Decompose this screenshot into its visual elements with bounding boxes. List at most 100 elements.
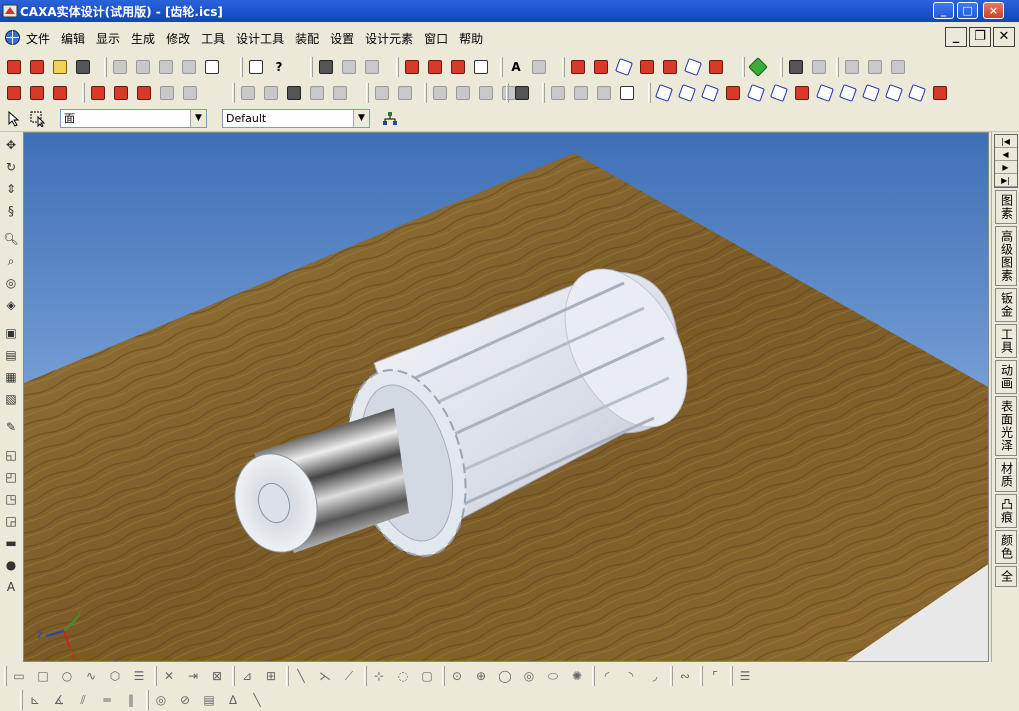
toolbar-grip[interactable] [20, 690, 23, 710]
face-move-icon[interactable] [157, 83, 177, 103]
tab-emboss[interactable]: 凸痕 [994, 494, 1017, 528]
sheet-close-corner-icon[interactable] [512, 83, 532, 103]
constraint-coincident-icon[interactable]: ╲ [248, 691, 266, 709]
dimension-icon[interactable] [529, 57, 549, 77]
assemble-icon[interactable] [238, 83, 258, 103]
paint-brush-icon[interactable] [809, 57, 829, 77]
extrude-icon[interactable] [402, 57, 422, 77]
copy-icon[interactable] [179, 57, 199, 77]
toolbar-grip[interactable] [232, 83, 235, 103]
constraint-angle-icon[interactable]: ∡ [50, 691, 68, 709]
document-globe-icon[interactable] [4, 29, 21, 46]
fillet-icon[interactable] [50, 83, 70, 103]
toolbar-grip[interactable] [506, 83, 509, 103]
boolean-icon[interactable] [88, 83, 108, 103]
constraint-horizontal-icon[interactable]: ⊾ [26, 691, 44, 709]
network-icon[interactable] [842, 57, 862, 77]
sketch-dimension-icon[interactable]: ⊞ [262, 667, 280, 685]
curve-intersect-icon[interactable] [792, 83, 812, 103]
toolbar-grip[interactable] [104, 57, 107, 77]
new-design-icon[interactable] [27, 57, 47, 77]
select-arrow-icon[interactable] [4, 109, 24, 129]
menu-edit[interactable]: 编辑 [61, 30, 85, 47]
render-icon[interactable] [316, 57, 336, 77]
sphere-icon[interactable]: ● [2, 556, 20, 574]
toolbar-grip[interactable] [780, 57, 783, 77]
last-tab-icon[interactable]: ▶| [994, 174, 1017, 187]
constraint-equal-icon[interactable]: ═ [98, 691, 116, 709]
toolbar-grip[interactable] [82, 83, 85, 103]
curve-helix-icon[interactable] [746, 83, 766, 103]
sketch-circle-tan-icon[interactable]: ◎ [520, 667, 538, 685]
toolbar-grip[interactable] [542, 83, 545, 103]
sketch-tangent-icon[interactable]: ⋋ [316, 667, 334, 685]
tab-surface-finish[interactable]: 表面光泽 [994, 396, 1017, 456]
insert-sketch-icon[interactable] [395, 83, 415, 103]
camera-position-icon[interactable]: ▣ [2, 324, 20, 342]
menu-generate[interactable]: 生成 [131, 30, 155, 47]
tab-sheet-metal[interactable]: 钣金 [994, 288, 1017, 322]
camera-target-icon[interactable]: ▤ [2, 346, 20, 364]
sketch-circle-icon[interactable]: ○ [58, 667, 76, 685]
redo-icon[interactable] [133, 57, 153, 77]
toolbar-grip[interactable] [730, 666, 733, 686]
zoom-window-icon[interactable]: ⌕ [2, 252, 20, 270]
menu-help[interactable]: 帮助 [459, 30, 483, 47]
cloud-icon[interactable] [865, 57, 885, 77]
curve-offset-icon[interactable] [815, 83, 835, 103]
toolbar-grip[interactable] [286, 666, 289, 686]
first-tab-icon[interactable]: |◀ [994, 135, 1017, 148]
toolbar-grip[interactable] [700, 666, 703, 686]
wireframe-icon[interactable]: ◰ [2, 468, 20, 486]
dynamic-rotate-icon[interactable]: § [2, 202, 20, 220]
context-help-icon[interactable]: ? [269, 57, 289, 77]
cut-icon[interactable] [156, 57, 176, 77]
minimize-button[interactable]: _ [933, 2, 954, 19]
revolve-icon[interactable] [425, 57, 445, 77]
undo-icon[interactable] [110, 57, 130, 77]
sketch-arc-center-icon[interactable]: ◝ [622, 667, 640, 685]
sketch-offset-icon[interactable]: ⊠ [208, 667, 226, 685]
orbit-icon[interactable]: ↻ [2, 158, 20, 176]
align-icon[interactable] [614, 57, 634, 77]
sheet-flange-icon[interactable] [453, 83, 473, 103]
corner-icon[interactable] [617, 83, 637, 103]
sketch-circle-3p-icon[interactable]: ◯ [496, 667, 514, 685]
camera-walk-icon[interactable]: ▧ [2, 390, 20, 408]
close-button[interactable]: × [983, 2, 1004, 19]
toolbar-grip[interactable] [670, 666, 673, 686]
view-side-icon[interactable] [594, 83, 614, 103]
toolbar-grip[interactable] [424, 83, 427, 103]
3d-design-viewport[interactable]: Y Z X [23, 132, 989, 662]
curve-delete-icon[interactable] [930, 83, 950, 103]
text-icon[interactable]: A [2, 578, 20, 596]
toolbar-grip[interactable] [500, 57, 503, 77]
tab-animation[interactable]: 动画 [994, 360, 1017, 394]
sketch-bspline-icon[interactable]: ∾ [676, 667, 694, 685]
sketch-ellipse-icon[interactable]: ⬭ [544, 667, 562, 685]
pattern-icon[interactable] [660, 57, 680, 77]
toolbar-grip[interactable] [154, 666, 157, 686]
save-icon[interactable] [73, 57, 93, 77]
smart-paint-icon[interactable] [748, 57, 768, 77]
constraint-fix-icon[interactable]: ▤ [200, 691, 218, 709]
style-combo[interactable]: Default ▼ [222, 109, 370, 128]
menu-window[interactable]: 窗口 [424, 30, 448, 47]
sketch-arc3-icon[interactable]: ◌ [394, 667, 412, 685]
curve-join-icon[interactable] [907, 83, 927, 103]
sketch-spline-icon[interactable]: ∿ [82, 667, 100, 685]
interference-icon[interactable] [307, 83, 327, 103]
curve-extend-icon[interactable] [861, 83, 881, 103]
toolbar-grip[interactable] [310, 57, 313, 77]
paint-icon[interactable]: ✎ [2, 418, 20, 436]
menu-settings[interactable]: 设置 [330, 30, 354, 47]
constraint-vertical-icon[interactable]: ‖ [122, 691, 140, 709]
zoom-icon[interactable]: 🔍︎ [2, 230, 20, 248]
mirror-icon[interactable] [637, 57, 657, 77]
paste-icon[interactable] [202, 57, 222, 77]
web-icon[interactable] [888, 57, 908, 77]
sketch-arc-tan-icon[interactable]: ◞ [646, 667, 664, 685]
toolbar-grip[interactable] [146, 690, 149, 710]
tab-material[interactable]: 材质 [994, 458, 1017, 492]
menu-tools[interactable]: 工具 [201, 30, 225, 47]
